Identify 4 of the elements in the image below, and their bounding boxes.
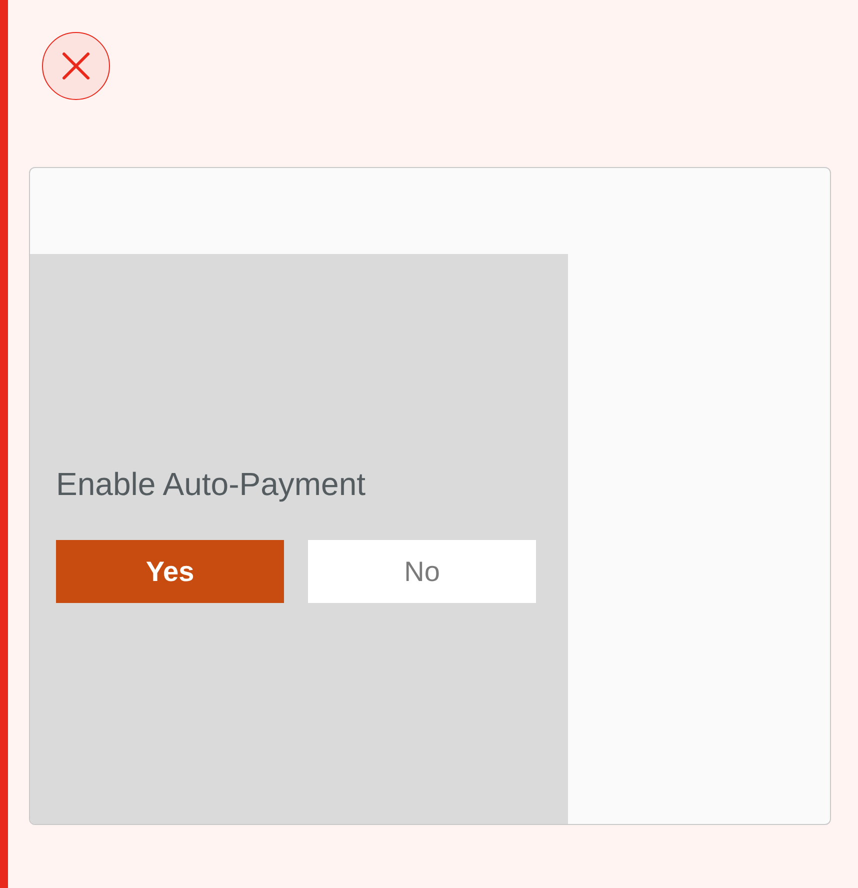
question-label: Enable Auto-Payment	[56, 465, 367, 503]
close-icon	[61, 51, 91, 81]
option-button[interactable]: Yes	[56, 540, 284, 603]
option-button[interactable]: No	[308, 540, 536, 603]
